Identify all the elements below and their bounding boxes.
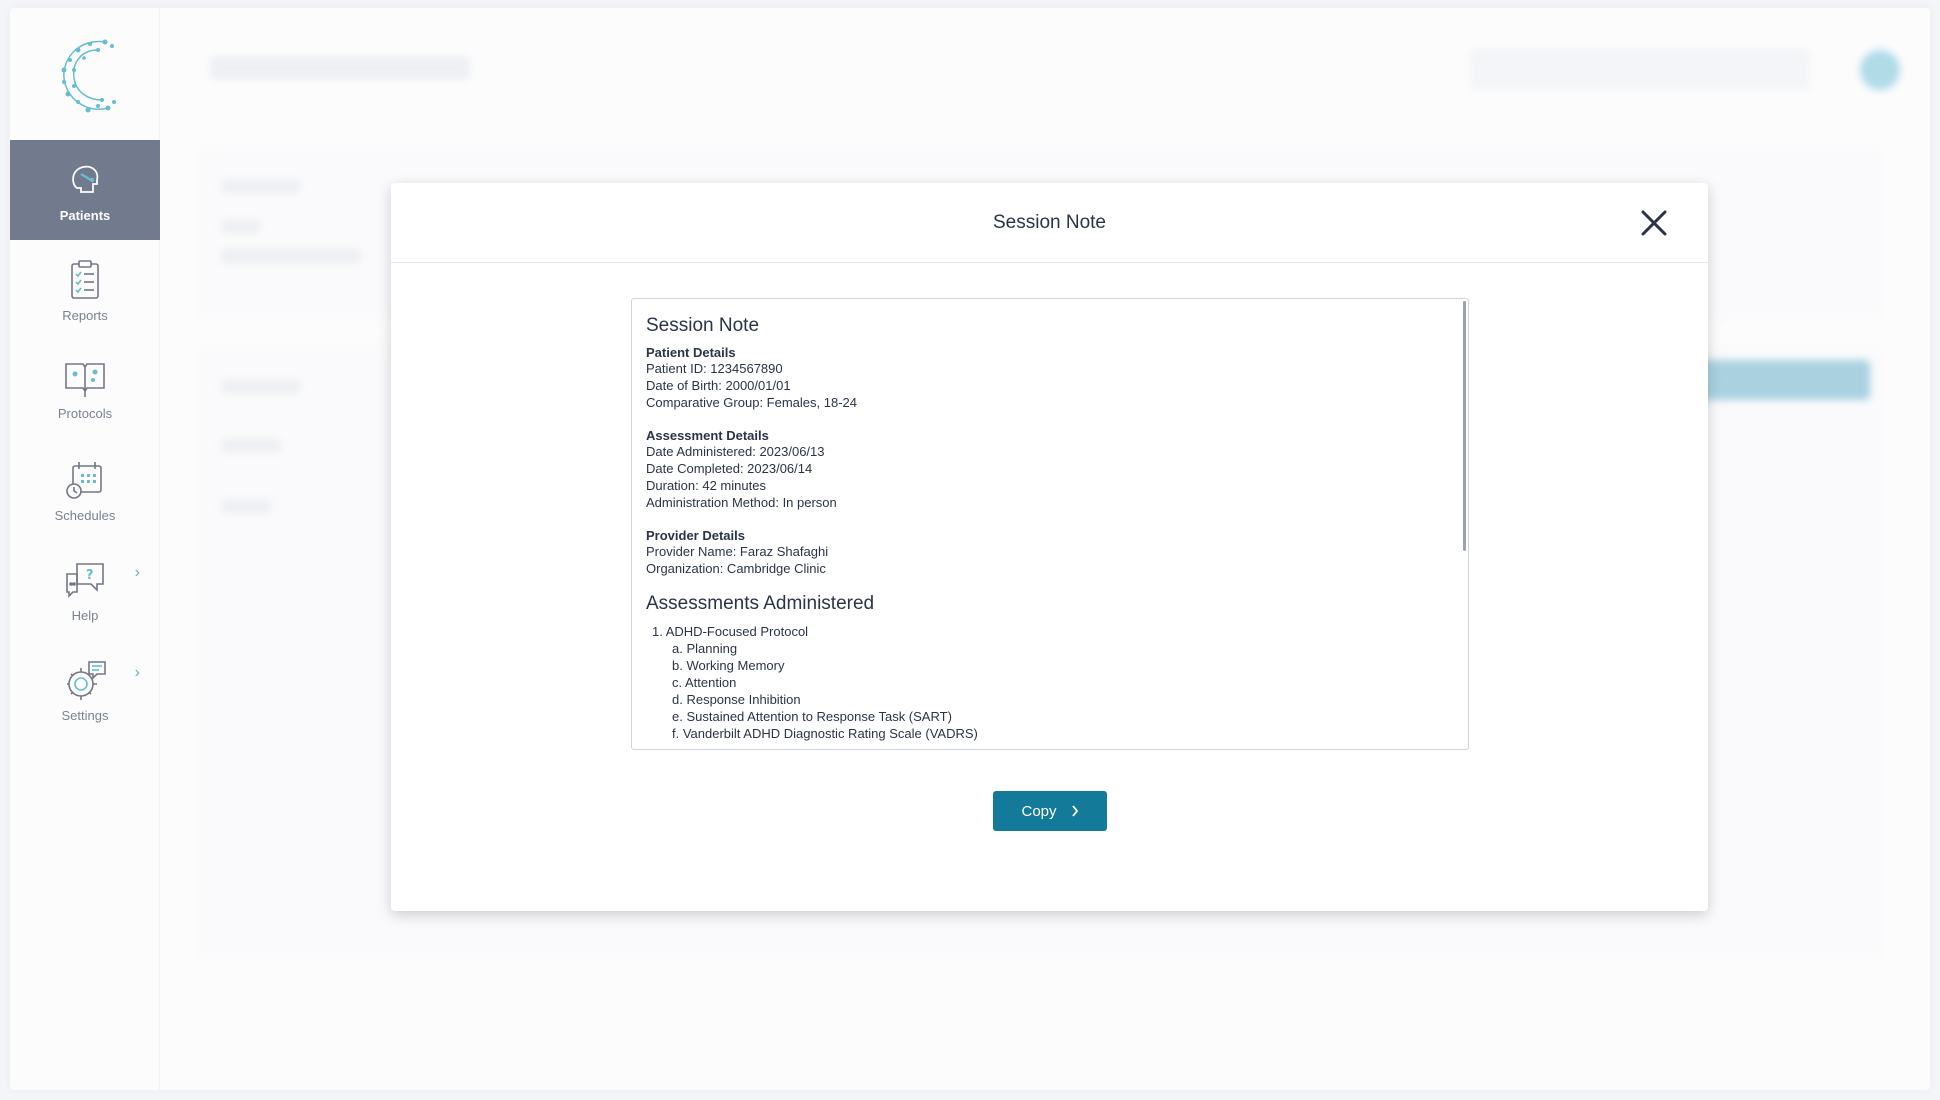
list-item: a. Planning (672, 641, 738, 656)
session-note-modal: Session Note Session Note Patient Detail… (391, 183, 1708, 911)
list-item: b. Working Memory (672, 658, 785, 673)
session-note-textarea[interactable]: Session Note Patient Details Patient ID:… (631, 298, 1469, 750)
assessment-details-section: Assessment Details Date Administered: 20… (646, 428, 1454, 511)
note-line: Date of Birth: 2000/01/01 (646, 378, 791, 393)
assessments-heading: Assessments Administered (646, 593, 875, 614)
note-line: Date Administered: 2023/06/13 (646, 444, 825, 459)
scrollbar[interactable] (1463, 301, 1466, 551)
note-line: Organization: Cambridge Clinic (646, 561, 826, 576)
list-item: c. Attention (672, 675, 737, 690)
list-item: 1. ADHD-Focused Protocol (652, 624, 809, 639)
close-button[interactable] (1636, 205, 1672, 241)
note-line: Duration: 42 minutes (646, 478, 766, 493)
copy-button-label: Copy (1021, 802, 1057, 820)
chevron-right-icon (1071, 805, 1078, 817)
section-title: Provider Details (646, 528, 745, 543)
provider-details-section: Provider Details Provider Name: Faraz Sh… (646, 528, 1454, 577)
note-line: Administration Method: In person (646, 495, 837, 510)
close-icon (1641, 210, 1667, 236)
note-heading: Session Note (646, 315, 760, 336)
modal-header: Session Note (391, 183, 1708, 263)
section-title: Patient Details (646, 345, 736, 360)
note-line: Date Completed: 2023/06/14 (646, 461, 813, 476)
note-line: Provider Name: Faraz Shafaghi (646, 544, 829, 559)
note-line: Comparative Group: Females, 18-24 (646, 395, 857, 410)
copy-button[interactable]: Copy (993, 791, 1107, 831)
list-item: e. Sustained Attention to Response Task … (672, 709, 952, 724)
list-item: f. Vanderbilt ADHD Diagnostic Rating Sca… (672, 726, 978, 741)
list-item: d. Response Inhibition (672, 692, 801, 707)
patient-details-section: Patient Details Patient ID: 1234567890 D… (646, 345, 1454, 411)
modal-title: Session Note (992, 211, 1106, 233)
section-title: Assessment Details (646, 428, 769, 443)
note-line: Patient ID: 1234567890 (646, 361, 783, 376)
